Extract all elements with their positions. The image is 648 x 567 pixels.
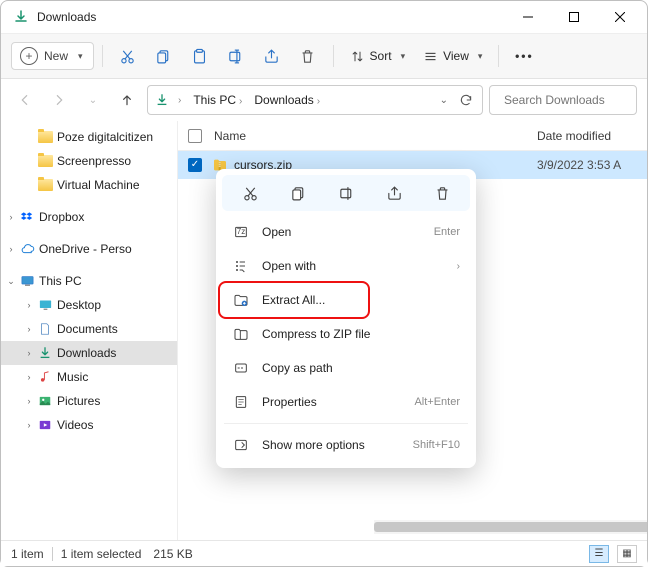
copy-button[interactable] <box>147 42 181 70</box>
cm-rename-button[interactable] <box>332 179 360 207</box>
properties-icon <box>232 393 250 411</box>
path-icon <box>232 359 250 377</box>
tree-item-desktop[interactable]: ›Desktop <box>1 293 177 317</box>
column-header-row: Name Date modified <box>178 121 647 151</box>
documents-icon <box>37 321 53 337</box>
desktop-icon <box>37 297 53 313</box>
minimize-button[interactable] <box>505 1 551 33</box>
cm-properties[interactable]: Properties Alt+Enter <box>222 385 470 419</box>
chevron-down-icon: ▾ <box>478 51 483 62</box>
more-options-icon <box>232 436 250 454</box>
status-selection: 1 item selected <box>61 547 142 561</box>
cm-copy-path[interactable]: Copy as path <box>222 351 470 385</box>
cm-cut-button[interactable] <box>236 179 264 207</box>
chevron-right-icon: › <box>457 261 460 272</box>
folder-icon <box>38 155 53 167</box>
context-menu: 7z Open Enter Open with › Extract All...… <box>216 169 476 468</box>
share-button[interactable] <box>255 42 289 70</box>
up-button[interactable] <box>113 86 141 114</box>
delete-button[interactable] <box>291 42 325 70</box>
new-button[interactable]: + New ▾ <box>11 42 94 70</box>
archive-icon: 7z <box>232 223 250 241</box>
paste-button[interactable] <box>183 42 217 70</box>
refresh-button[interactable] <box>456 90 476 110</box>
tree-item-videos[interactable]: ›Videos <box>1 413 177 437</box>
status-bar: 1 item 1 item selected 215 KB ☰ ▦ <box>1 540 647 566</box>
plus-icon: + <box>20 47 38 65</box>
tree-item-thispc[interactable]: ⌄This PC <box>1 269 177 293</box>
chevron-down-icon: ▾ <box>78 51 83 62</box>
search-input[interactable] <box>504 93 648 107</box>
pictures-icon <box>37 393 53 409</box>
window-title: Downloads <box>37 10 96 24</box>
tree-item[interactable]: Poze digitalcitizen <box>1 125 177 149</box>
column-header-name[interactable]: Name <box>212 129 537 143</box>
cut-button[interactable] <box>111 42 145 70</box>
address-history-dropdown[interactable]: ⌄ <box>436 95 452 106</box>
tree-item-music[interactable]: ›Music <box>1 365 177 389</box>
svg-text:7z: 7z <box>237 227 245 236</box>
music-icon <box>37 369 53 385</box>
dropbox-icon <box>19 209 35 225</box>
sort-button[interactable]: Sort ▾ <box>342 42 414 70</box>
cm-share-button[interactable] <box>380 179 408 207</box>
thumbnails-view-toggle[interactable]: ▦ <box>617 545 637 563</box>
cm-show-more[interactable]: Show more options Shift+F10 <box>222 428 470 462</box>
row-checkbox[interactable] <box>188 158 202 172</box>
more-button[interactable]: ••• <box>507 42 541 70</box>
tree-item-downloads[interactable]: ›Downloads <box>1 341 177 365</box>
videos-icon <box>37 417 53 433</box>
downloads-icon <box>154 92 170 108</box>
cm-compress[interactable]: Compress to ZIP file <box>222 317 470 351</box>
tree-item-documents[interactable]: ›Documents <box>1 317 177 341</box>
recent-dropdown[interactable]: ⌄ <box>79 86 107 114</box>
open-with-icon <box>232 257 250 275</box>
folder-icon <box>38 131 53 143</box>
chevron-down-icon: ▾ <box>401 51 406 62</box>
tree-item-onedrive[interactable]: ›OneDrive - Perso <box>1 237 177 261</box>
file-date: 3/9/2022 3:53 A <box>537 158 647 172</box>
tree-item-pictures[interactable]: ›Pictures <box>1 389 177 413</box>
tree-item-dropbox[interactable]: ›Dropbox <box>1 205 177 229</box>
status-size: 215 KB <box>153 547 192 561</box>
maximize-button[interactable] <box>551 1 597 33</box>
folder-icon <box>38 179 53 191</box>
cm-extract-all[interactable]: Extract All... <box>222 283 470 317</box>
cm-delete-button[interactable] <box>428 179 456 207</box>
forward-button[interactable] <box>45 86 73 114</box>
monitor-icon <box>19 273 35 289</box>
rename-button[interactable] <box>219 42 253 70</box>
tree-item[interactable]: Screenpresso <box>1 149 177 173</box>
status-item-count: 1 item <box>11 547 44 561</box>
zip-icon <box>232 325 250 343</box>
view-button[interactable]: View ▾ <box>415 42 490 70</box>
select-all-checkbox[interactable] <box>188 129 202 143</box>
back-button[interactable] <box>11 86 39 114</box>
cm-open[interactable]: 7z Open Enter <box>222 215 470 249</box>
breadcrumb-item[interactable]: This PC› <box>189 91 246 109</box>
tree-item[interactable]: Virtual Machine <box>1 173 177 197</box>
cloud-icon <box>19 241 35 257</box>
new-button-label: New <box>44 49 68 63</box>
close-button[interactable] <box>597 1 643 33</box>
cm-copy-button[interactable] <box>284 179 312 207</box>
breadcrumb-item[interactable]: Downloads› <box>250 91 324 109</box>
horizontal-scrollbar[interactable] <box>374 520 647 534</box>
downloads-icon <box>37 345 53 361</box>
column-header-date[interactable]: Date modified <box>537 129 647 143</box>
search-box[interactable] <box>489 85 637 115</box>
extract-icon <box>232 291 250 309</box>
sort-button-label: Sort <box>370 49 392 63</box>
details-view-toggle[interactable]: ☰ <box>589 545 609 563</box>
view-button-label: View <box>443 49 469 63</box>
cm-open-with[interactable]: Open with › <box>222 249 470 283</box>
app-icon <box>13 9 29 25</box>
address-bar[interactable]: › This PC› Downloads› ⌄ <box>147 85 483 115</box>
navigation-tree[interactable]: Poze digitalcitizen Screenpresso Virtual… <box>1 121 177 562</box>
